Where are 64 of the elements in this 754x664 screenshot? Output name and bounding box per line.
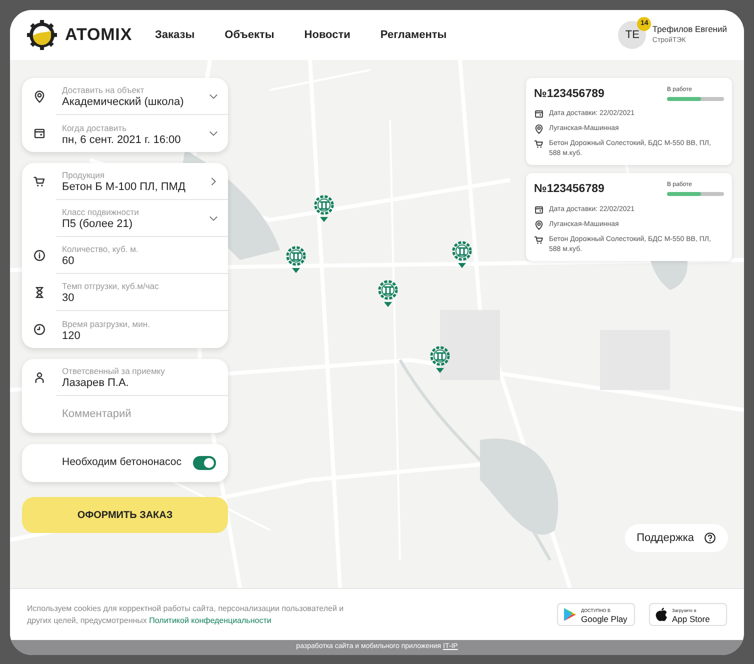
calendar-icon xyxy=(32,127,46,140)
calendar-icon xyxy=(534,204,544,214)
field-label: Продукция xyxy=(62,169,106,181)
privacy-policy-link[interactable]: Политикой конфеденциальности xyxy=(149,616,272,624)
gear-logo-icon xyxy=(27,20,57,50)
chevron-down-icon[interactable] xyxy=(209,92,218,100)
location-pin-icon xyxy=(32,90,46,103)
comment-field[interactable]: Комментарий xyxy=(62,406,218,423)
field-value: Лазарев П.А. xyxy=(62,377,130,389)
cart-icon xyxy=(32,175,46,188)
logo-text: ATOMIX xyxy=(65,24,132,46)
badge-store-name: Google Play xyxy=(581,614,628,622)
form-field[interactable]: Время разгрузки, мин. 120 xyxy=(56,311,218,348)
play-triangle-icon xyxy=(563,607,577,622)
field-value: П5 (более 21) xyxy=(62,218,134,230)
form-field[interactable]: Темп отгрузки, куб.м/час 30 xyxy=(56,274,218,310)
info-icon xyxy=(32,249,46,262)
field-value: Бетон Б М-100 ПЛ, ПМД xyxy=(62,181,186,193)
field-label: Когда доставить xyxy=(62,122,128,134)
field-value: пн, 6 сент. 2021 г. 16:00 xyxy=(62,134,182,146)
field-value: 60 xyxy=(62,255,76,267)
submit-order-button[interactable]: ОФОРМИТЬ ЗАКАЗ xyxy=(22,497,228,533)
badge-store-name: App Store xyxy=(672,614,710,622)
field-label: Доставить на объект xyxy=(62,84,146,96)
support-button[interactable]: Поддержка xyxy=(624,524,728,552)
field-value: 30 xyxy=(62,292,76,304)
order-number: №123456789 xyxy=(534,87,604,102)
status-progress-bar xyxy=(667,192,724,196)
calendar-icon xyxy=(534,109,544,120)
cart-icon xyxy=(534,139,544,150)
field-value: 120 xyxy=(62,330,82,342)
hourglass-icon xyxy=(32,286,46,299)
user-name: Трефилов Евгений xyxy=(652,23,727,35)
field-label: Ответсвенный за приемку xyxy=(62,365,166,377)
form-field[interactable]: Количество, куб. м. 60 xyxy=(56,237,218,273)
field-label: Темп отгрузки, куб.м/час xyxy=(62,280,160,292)
location-pin-icon xyxy=(534,220,544,230)
toggle-label: Необходим бетононасос xyxy=(62,455,182,470)
chevron-down-icon[interactable] xyxy=(209,129,218,138)
clock-icon xyxy=(32,323,46,336)
field-label: Класс подвижности xyxy=(62,206,140,218)
form-field[interactable]: Когда доставить пн, 6 сент. 2021 г. 16:00 xyxy=(56,115,209,152)
nav-link[interactable]: Новости xyxy=(304,26,350,44)
toggle-switch[interactable] xyxy=(193,456,216,470)
field-value: Академический (школа) xyxy=(62,96,185,108)
apple-icon xyxy=(655,607,668,622)
status-progress-bar xyxy=(667,97,724,101)
field-label: Время разгрузки, мин. xyxy=(62,318,151,330)
cookie-notice: Используем cookies для корректной работы сайта, персонализации пользователей и других целей, предусмотренных Политикой конфеденциальности xyxy=(27,602,345,626)
chevron-right-icon[interactable] xyxy=(209,176,218,186)
location-pin-icon xyxy=(534,124,544,134)
nav-link[interactable]: Регламенты xyxy=(380,26,447,44)
help-icon xyxy=(704,532,716,544)
form-field[interactable]: Доставить на объект Академический (школа) xyxy=(56,78,209,114)
form-field[interactable]: Ответсвенный за приемку Лазарев П.А. xyxy=(56,359,218,395)
chevron-down-icon[interactable] xyxy=(209,214,218,222)
person-icon xyxy=(32,371,46,384)
form-field[interactable]: Класс подвижности П5 (более 21) xyxy=(56,200,209,236)
form-field[interactable]: Продукция Бетон Б М-100 ПЛ, ПМД xyxy=(56,163,209,199)
nav-link[interactable]: Объекты xyxy=(224,26,274,44)
nav-link[interactable]: Заказы xyxy=(155,26,195,44)
field-label: Количество, куб. м. xyxy=(62,243,140,255)
cart-icon xyxy=(534,234,544,244)
order-number: №123456789 xyxy=(534,182,604,198)
